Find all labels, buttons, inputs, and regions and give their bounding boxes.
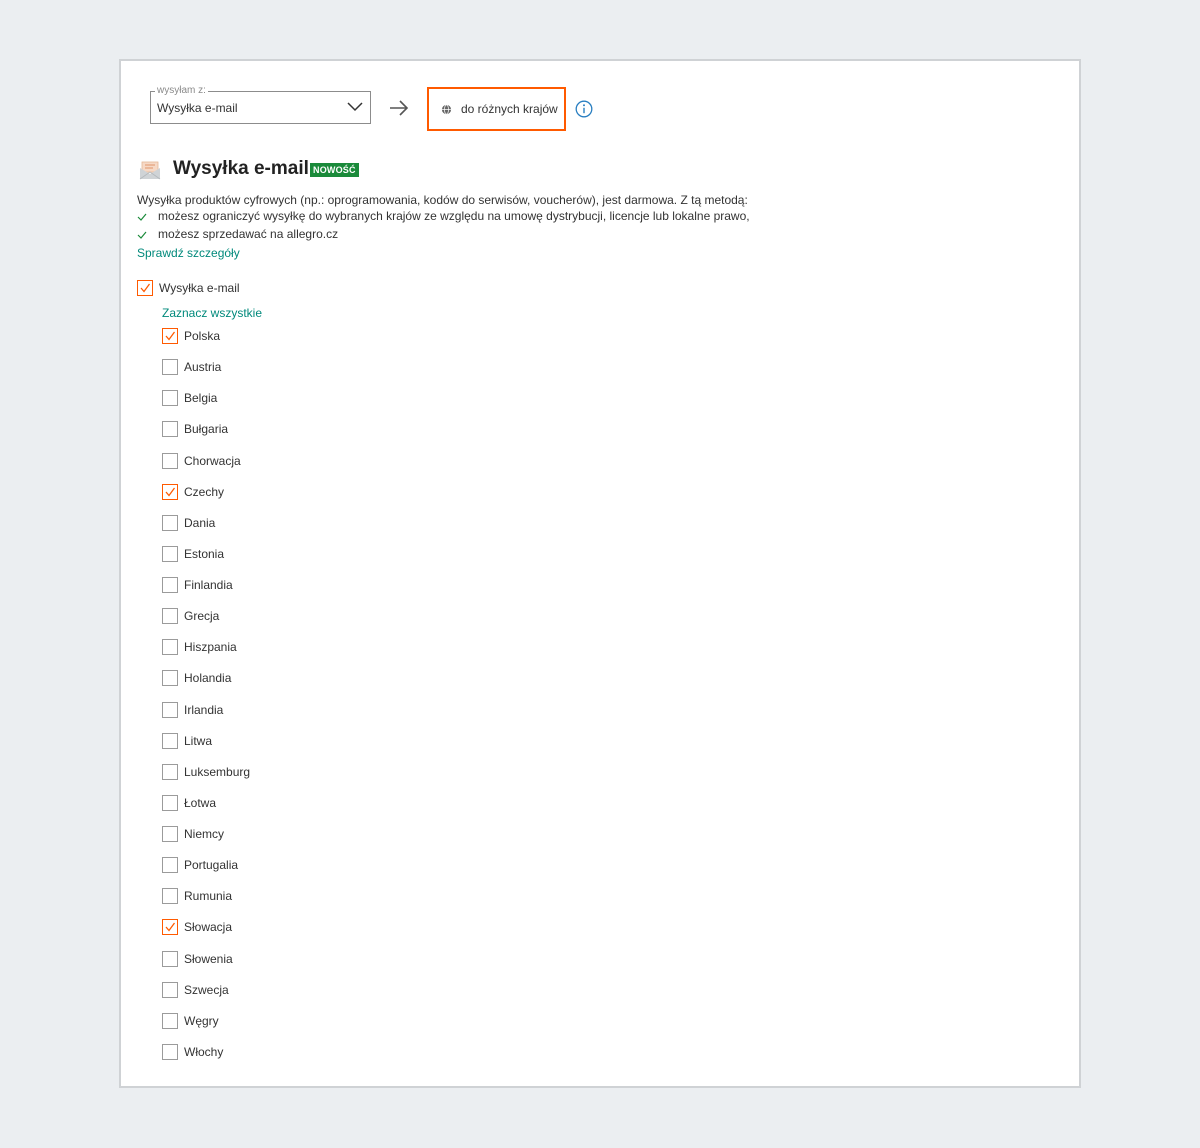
country-label: Litwa: [184, 734, 213, 748]
country-label: Słowenia: [184, 952, 233, 966]
checkbox-box[interactable]: [162, 857, 178, 873]
check-icon: [137, 231, 147, 239]
country-label: Grecja: [184, 609, 220, 623]
checkbox-box[interactable]: [162, 826, 178, 842]
arrow-right-icon: [390, 100, 409, 116]
country-label: Rumunia: [184, 889, 233, 903]
shipping-from-value: Wysyłka e-mail: [157, 101, 238, 115]
country-label: Węgry: [184, 1014, 219, 1028]
shipping-from-select[interactable]: wysyłam z: Wysyłka e-mail: [150, 85, 371, 124]
checkbox-box[interactable]: [162, 795, 178, 811]
shipping-panel: wysyłam z: Wysyłka e-mail do różnych kra…: [119, 59, 1081, 1088]
checkbox-box[interactable]: [162, 1013, 178, 1029]
country-label: Portugalia: [184, 858, 239, 872]
country-label: Belgia: [184, 391, 218, 405]
country-label: Łotwa: [184, 796, 217, 810]
bullet-text: możesz sprzedawać na allegro.cz: [158, 227, 339, 241]
chevron-down-icon: [347, 102, 363, 112]
country-label: Niemcy: [184, 827, 225, 841]
checkbox-box[interactable]: [162, 982, 178, 998]
country-label: Luksemburg: [184, 765, 251, 779]
info-icon[interactable]: [575, 100, 593, 118]
country-label: Estonia: [184, 547, 225, 561]
checkmark-icon: [140, 283, 150, 293]
checkbox-label: Wysyłka e-mail: [159, 281, 240, 295]
checkbox-box[interactable]: [162, 1044, 178, 1060]
select-all-link[interactable]: Zaznacz wszystkie: [162, 306, 262, 320]
checkmark-icon: [165, 331, 175, 341]
checkbox-box[interactable]: [162, 515, 178, 531]
country-label: Słowacja: [184, 920, 233, 934]
checkmark-icon: [165, 922, 175, 932]
checkbox-box[interactable]: [162, 888, 178, 904]
checkbox-box[interactable]: [162, 639, 178, 655]
envelope-icon: [139, 161, 161, 180]
checkbox-box[interactable]: [137, 280, 153, 296]
country-label: Włochy: [184, 1045, 224, 1059]
checkmark-icon: [165, 487, 175, 497]
checkbox-box[interactable]: [162, 608, 178, 624]
checkbox-box[interactable]: [162, 951, 178, 967]
country-label: Irlandia: [184, 703, 224, 717]
bullet-text: możesz ograniczyć wysyłkę do wybranych k…: [158, 209, 750, 223]
checkbox-box[interactable]: [162, 359, 178, 375]
checkbox-box[interactable]: [162, 764, 178, 780]
country-label: Finlandia: [184, 578, 233, 592]
country-label: Czechy: [184, 485, 225, 499]
country-label: Holandia: [184, 671, 232, 685]
country-label: Bułgaria: [184, 422, 229, 436]
checkbox-box[interactable]: [162, 328, 178, 344]
checkbox-box[interactable]: [162, 390, 178, 406]
destination-label: do różnych krajów: [461, 102, 558, 116]
country-label: Hiszpania: [184, 640, 237, 654]
checkbox-box[interactable]: [162, 546, 178, 562]
method-title: Wysyłka e-mail: [173, 158, 309, 179]
check-details-link[interactable]: Sprawdź szczegóły: [137, 246, 240, 260]
country-label: Szwecja: [184, 983, 229, 997]
bullet-item: możesz ograniczyć wysyłkę do wybranych k…: [137, 209, 750, 223]
destination-countries-button[interactable]: do różnych krajów: [427, 87, 566, 131]
checkbox-box[interactable]: [162, 577, 178, 593]
method-description: Wysyłka produktów cyfrowych (np.: oprogr…: [137, 193, 748, 207]
shipping-from-legend: wysyłam z:: [155, 85, 208, 97]
check-icon: [137, 213, 147, 221]
country-label: Polska: [184, 329, 221, 343]
checkbox-box[interactable]: [162, 421, 178, 437]
checkbox-box[interactable]: [162, 919, 178, 935]
checkbox-box[interactable]: [162, 702, 178, 718]
checkbox-box[interactable]: [162, 670, 178, 686]
checkbox-box[interactable]: [162, 484, 178, 500]
new-badge: NOWOŚĆ: [310, 163, 359, 177]
checkbox-box[interactable]: [162, 733, 178, 749]
checkbox-box[interactable]: [162, 453, 178, 469]
globe-icon: [441, 104, 452, 115]
bullet-item: możesz sprzedawać na allegro.cz: [137, 227, 338, 241]
country-label: Dania: [184, 516, 216, 530]
country-label: Chorwacja: [184, 454, 241, 468]
country-label: Austria: [184, 360, 222, 374]
